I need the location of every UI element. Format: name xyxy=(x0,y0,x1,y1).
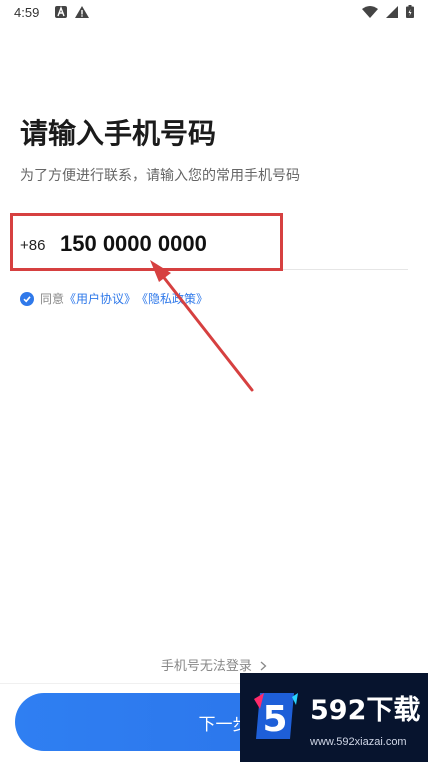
annotation-highlight-box xyxy=(10,213,283,271)
agreement-prefix: 同意 xyxy=(40,292,65,306)
status-icons-left xyxy=(55,6,89,18)
privacy-policy-link[interactable]: 《隐私政策》 xyxy=(136,290,208,307)
chevron-right-icon xyxy=(260,661,267,671)
wifi-icon xyxy=(362,5,378,18)
status-bar: 4:59 xyxy=(0,0,428,26)
page-subtitle: 为了方便进行联系，请输入您的常用手机号码 xyxy=(20,168,300,184)
site-watermark: 5 592下载 www.592xiazai.com xyxy=(240,673,428,762)
page-title: 请输入手机号码 xyxy=(20,117,217,150)
watermark-badge-text: 5 xyxy=(262,699,287,740)
cannot-login-link[interactable]: 手机号无法登录 xyxy=(0,655,428,674)
watermark-url: www.592xiazai.com xyxy=(310,736,407,748)
warning-icon xyxy=(75,6,89,18)
user-agreement-link[interactable]: 《用户协议》 xyxy=(64,290,136,307)
signal-icon xyxy=(386,5,398,18)
cannot-login-label: 手机号无法登录 xyxy=(160,659,252,674)
status-icons-right xyxy=(362,5,414,18)
a-notification-icon xyxy=(55,6,67,18)
battery-icon xyxy=(406,5,414,18)
status-time: 4:59 xyxy=(14,5,40,20)
checkbox-checked-icon[interactable] xyxy=(20,291,34,306)
agreement-row: 同意 《用户协议》 《隐私政策》 xyxy=(20,290,208,307)
watermark-logo: 5 xyxy=(254,693,298,740)
watermark-title: 592下载 xyxy=(310,695,421,726)
